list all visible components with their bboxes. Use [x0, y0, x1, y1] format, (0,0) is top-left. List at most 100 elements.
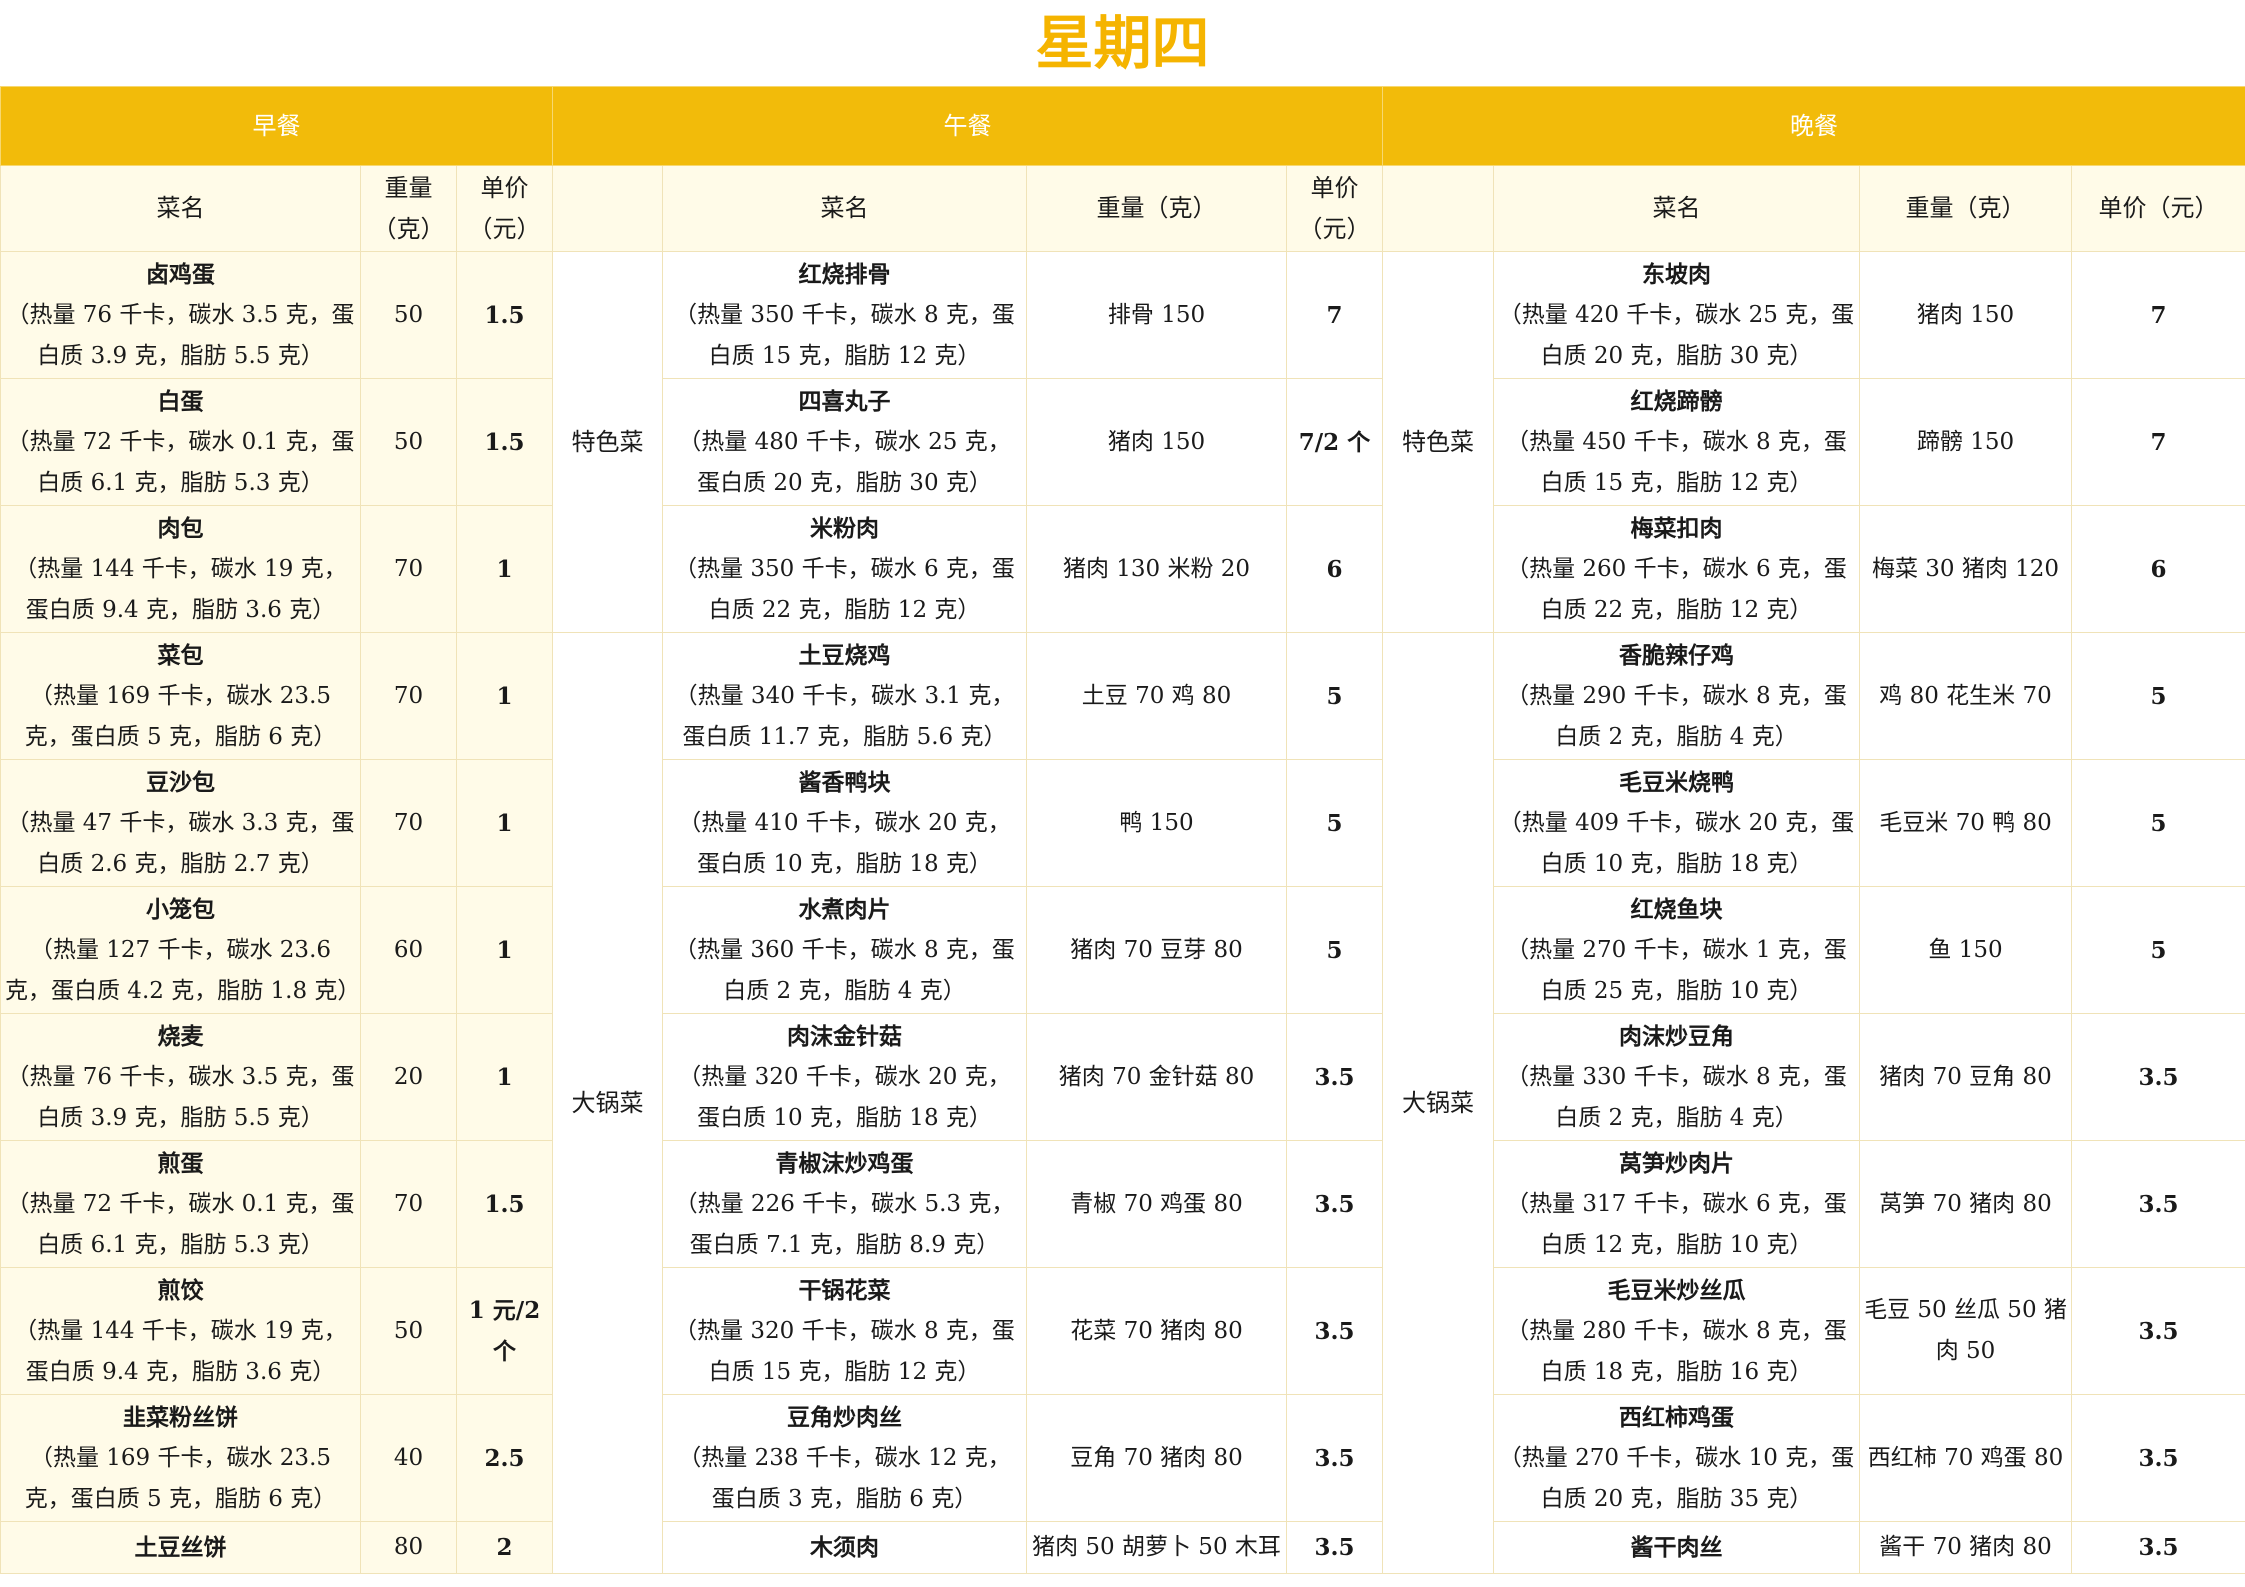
dinner-price: 3.5: [2071, 1394, 2245, 1522]
lunch-dish: 肉沫金针菇 （热量 320 千卡，碳水 20 克，蛋白质 10 克，脂肪 18 克…: [662, 1013, 1027, 1141]
breakfast-price: 1: [456, 1013, 553, 1141]
table-row: 韭菜粉丝饼 （热量 169 千卡，碳水 23.5 克，蛋白质 5 克，脂肪 6 克…: [0, 1394, 2245, 1522]
breakfast-price: 1.5: [456, 1140, 553, 1268]
nutrition-info: （热量 47 千卡，碳水 3.3 克，蛋白质 2.6 克，脂肪 2.7 克）: [6, 809, 355, 877]
breakfast-weight: 40: [360, 1394, 457, 1522]
dinner-price: 5: [2071, 759, 2245, 887]
lunch-dish: 干锅花菜 （热量 320 千卡，碳水 8 克，蛋白质 15 克，脂肪 12 克）: [662, 1267, 1027, 1395]
nutrition-info: （热量 320 千卡，碳水 20 克，蛋白质 10 克，脂肪 18 克）: [678, 1063, 1011, 1131]
dinner-weight: 莴笋 70 猪肉 80: [1859, 1140, 2072, 1268]
nutrition-info: （热量 350 千卡，碳水 6 克，蛋白质 22 克，脂肪 12 克）: [674, 555, 1015, 623]
lunch-price: 5: [1286, 886, 1383, 1014]
nutrition-info: （热量 280 千卡，碳水 8 克，蛋白质 18 克，脂肪 16 克）: [1506, 1317, 1847, 1385]
dinner-category-header: [1382, 165, 1494, 252]
dinner-dish: 毛豆米烧鸭 （热量 409 千卡，碳水 20 克，蛋白质 10 克，脂肪 18 克…: [1493, 759, 1860, 887]
lunch-weight: 猪肉 150: [1026, 378, 1287, 506]
lunch-weight: 猪肉 130 米粉 20: [1026, 505, 1287, 633]
nutrition-info: （热量 127 千卡，碳水 23.6 克，蛋白质 4.2 克，脂肪 1.8 克）: [5, 936, 361, 1004]
lunch-weight-header: 重量（克）: [1026, 165, 1287, 252]
breakfast-dish: 肉包 （热量 144 千卡，碳水 19 克，蛋白质 9.4 克，脂肪 3.6 克）: [0, 505, 361, 633]
lunch-category-special: 特色菜: [552, 251, 663, 633]
lunch-dish: 红烧排骨 （热量 350 千卡，碳水 8 克，蛋白质 15 克，脂肪 12 克）: [662, 251, 1027, 379]
dish-name: 土豆丝饼: [134, 1534, 227, 1561]
dinner-weight: 猪肉 70 豆角 80: [1859, 1013, 2072, 1141]
lunch-price: 6: [1286, 505, 1383, 633]
nutrition-info: （热量 144 千卡，碳水 19 克，蛋白质 9.4 克，脂肪 3.6 克）: [14, 555, 347, 623]
lunch-dish: 酱香鸭块 （热量 410 千卡，碳水 20 克，蛋白质 10 克，脂肪 18 克）: [662, 759, 1027, 887]
dinner-price: 6: [2071, 505, 2245, 633]
lunch-dish: 水煮肉片 （热量 360 千卡，碳水 8 克，蛋白质 2 克，脂肪 4 克）: [662, 886, 1027, 1014]
breakfast-price: 1.5: [456, 251, 553, 379]
nutrition-info: （热量 270 千卡，碳水 1 克，蛋白质 25 克，脂肪 10 克）: [1506, 936, 1847, 1004]
dish-name: 毛豆米烧鸭: [1619, 768, 1734, 796]
dinner-name-header: 菜名: [1493, 165, 1860, 252]
dinner-price-header: 单价（元）: [2071, 165, 2245, 252]
lunch-header: 午餐: [552, 86, 1383, 166]
dish-name: 红烧蹄髈: [1630, 387, 1723, 415]
dinner-weight: 毛豆 50 丝瓜 50 猪肉 50: [1859, 1267, 2072, 1395]
lunch-dish: 米粉肉 （热量 350 千卡，碳水 6 克，蛋白质 22 克，脂肪 12 克）: [662, 505, 1027, 633]
dish-name: 毛豆米炒丝瓜: [1607, 1276, 1746, 1304]
dinner-price: 3.5: [2071, 1267, 2245, 1395]
lunch-price: 5: [1286, 759, 1383, 887]
menu-table: 早餐 午餐 晚餐 菜名 重量（克） 单价（元） 菜名 重量（克） 单价（元） 菜…: [0, 86, 2245, 1574]
breakfast-weight: 20: [360, 1013, 457, 1141]
dinner-dish: 肉沫炒豆角 （热量 330 千卡，碳水 8 克，蛋白质 2 克，脂肪 4 克）: [1493, 1013, 1860, 1141]
dish-name: 白蛋: [157, 387, 204, 415]
dish-name: 东坡肉: [1642, 260, 1711, 288]
dinner-dish: 梅菜扣肉 （热量 260 千卡，碳水 6 克，蛋白质 22 克，脂肪 12 克）: [1493, 505, 1860, 633]
breakfast-weight: 80: [360, 1521, 457, 1574]
dish-name: 酱干肉丝: [1630, 1534, 1723, 1561]
dish-name: 土豆烧鸡: [798, 641, 891, 669]
breakfast-price: 1: [456, 632, 553, 760]
breakfast-dish: 卤鸡蛋 （热量 76 千卡，碳水 3.5 克，蛋白质 3.9 克，脂肪 5.5 克…: [0, 251, 361, 379]
table-row: 煎蛋 （热量 72 千卡，碳水 0.1 克，蛋白质 6.1 克，脂肪 5.3 克）…: [0, 1140, 2245, 1268]
table-row: 卤鸡蛋 （热量 76 千卡，碳水 3.5 克，蛋白质 3.9 克，脂肪 5.5 克…: [0, 251, 2245, 633]
dinner-weight: 西红柿 70 鸡蛋 80: [1859, 1394, 2072, 1522]
dinner-dish: 毛豆米炒丝瓜 （热量 280 千卡，碳水 8 克，蛋白质 18 克，脂肪 16 克…: [1493, 1267, 1860, 1395]
lunch-category-big-pot: 大锅菜: [552, 632, 663, 1574]
nutrition-info: （热量 144 千卡，碳水 19 克，蛋白质 9.4 克，脂肪 3.6 克）: [14, 1317, 347, 1385]
lunch-weight: 鸭 150: [1026, 759, 1287, 887]
nutrition-info: （热量 360 千卡，碳水 8 克，蛋白质 2 克，脂肪 4 克）: [674, 936, 1015, 1004]
dinner-weight: 鸡 80 花生米 70: [1859, 632, 2072, 760]
breakfast-weight: 60: [360, 886, 457, 1014]
dish-name: 豆角炒肉丝: [787, 1403, 902, 1431]
lunch-price: 5: [1286, 632, 1383, 760]
dish-name: 莴笋炒肉片: [1619, 1149, 1734, 1177]
breakfast-price: 1.5: [456, 378, 553, 506]
lunch-dish: 土豆烧鸡 （热量 340 千卡，碳水 3.1 克，蛋白质 11.7 克，脂肪 5.…: [662, 632, 1027, 760]
nutrition-info: （热量 420 千卡，碳水 25 克，蛋白质 20 克，脂肪 30 克）: [1498, 301, 1855, 369]
dish-name: 梅菜扣肉: [1630, 514, 1723, 542]
dinner-price: 3.5: [2071, 1013, 2245, 1141]
nutrition-info: （热量 270 千卡，碳水 10 克，蛋白质 20 克，脂肪 35 克）: [1498, 1444, 1855, 1512]
breakfast-weight-header: 重量（克）: [360, 165, 457, 252]
nutrition-info: （热量 410 千卡，碳水 20 克，蛋白质 10 克，脂肪 18 克）: [678, 809, 1011, 877]
nutrition-info: （热量 450 千卡，碳水 8 克，蛋白质 15 克，脂肪 12 克）: [1506, 428, 1847, 496]
lunch-weight: 青椒 70 鸡蛋 80: [1026, 1140, 1287, 1268]
lunch-weight: 豆角 70 猪肉 80: [1026, 1394, 1287, 1522]
breakfast-dish: 白蛋 （热量 72 千卡，碳水 0.1 克，蛋白质 6.1 克，脂肪 5.3 克）: [0, 378, 361, 506]
breakfast-price: 1: [456, 505, 553, 633]
breakfast-price: 1: [456, 759, 553, 887]
dish-name: 青椒沫炒鸡蛋: [775, 1149, 914, 1177]
breakfast-header: 早餐: [0, 86, 553, 166]
dish-name: 干锅花菜: [798, 1276, 891, 1304]
table-row: 小笼包 （热量 127 千卡，碳水 23.6 克，蛋白质 4.2 克，脂肪 1.8…: [0, 886, 2245, 1014]
dish-name: 红烧排骨: [798, 260, 891, 288]
breakfast-price-header: 单价（元）: [456, 165, 553, 252]
dish-name: 菜包: [157, 641, 204, 669]
breakfast-dish: 煎饺 （热量 144 千卡，碳水 19 克，蛋白质 9.4 克，脂肪 3.6 克）: [0, 1267, 361, 1395]
breakfast-weight: 50: [360, 1267, 457, 1395]
lunch-dish: 木须肉: [662, 1521, 1027, 1574]
nutrition-info: （热量 290 千卡，碳水 8 克，蛋白质 2 克，脂肪 4 克）: [1506, 682, 1847, 750]
lunch-category-header: [552, 165, 663, 252]
breakfast-weight: 70: [360, 505, 457, 633]
breakfast-weight: 70: [360, 759, 457, 887]
dish-name: 米粉肉: [810, 514, 879, 542]
dinner-category-big-pot: 大锅菜: [1382, 632, 1494, 1574]
dish-name: 煎饺: [157, 1276, 204, 1304]
breakfast-dish: 豆沙包 （热量 47 千卡，碳水 3.3 克，蛋白质 2.6 克，脂肪 2.7 克…: [0, 759, 361, 887]
breakfast-dish: 小笼包 （热量 127 千卡，碳水 23.6 克，蛋白质 4.2 克，脂肪 1.8…: [0, 886, 361, 1014]
dinner-price: 7: [2071, 251, 2245, 379]
